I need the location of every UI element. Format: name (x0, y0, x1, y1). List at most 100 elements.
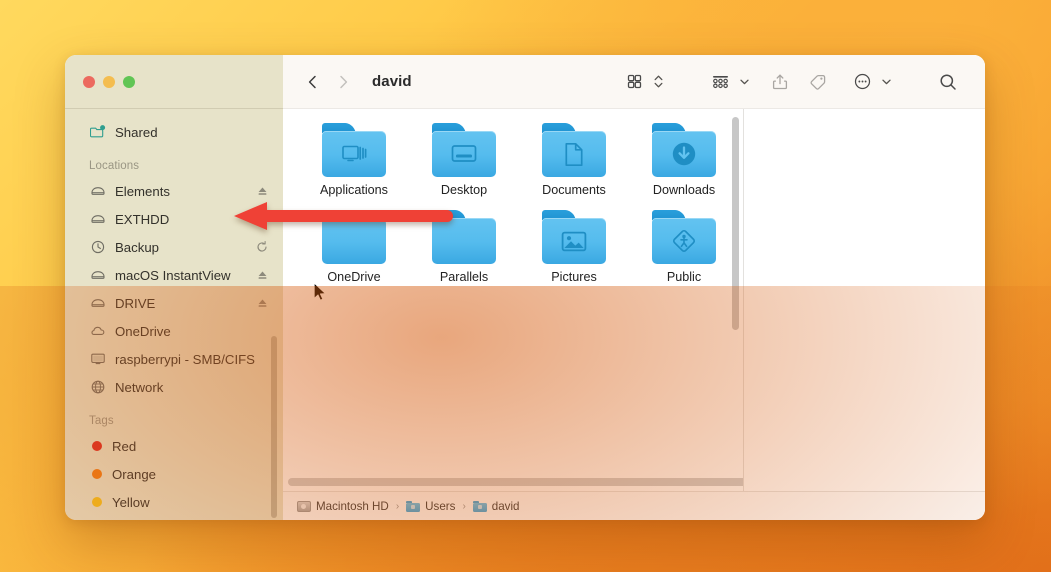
sidebar-item-label: Orange (112, 466, 156, 482)
sidebar-scrollbar[interactable] (271, 336, 277, 518)
more-group (847, 68, 893, 96)
tag-icon[interactable] (803, 68, 833, 96)
view-mode-group (619, 68, 665, 96)
more-icon[interactable] (847, 68, 877, 96)
sidebar-item-label: DRIVE (115, 295, 156, 311)
page-title: david (372, 73, 412, 90)
file-label: Applications (320, 183, 388, 197)
file-item-desktop[interactable]: Desktop (409, 123, 519, 197)
file-list-area[interactable]: Applications Desktop Documents Downloads… (283, 109, 744, 491)
file-item-documents[interactable]: Documents (519, 123, 629, 197)
sidebar-item-elements[interactable]: Elements (65, 177, 283, 205)
sidebar-section-tags-title: Tags (89, 415, 114, 427)
drive-icon (89, 211, 106, 228)
applications-glyph-icon (322, 131, 386, 177)
sidebar-section-locations-title: Locations (89, 160, 140, 172)
sidebar-item-tag-red[interactable]: Red (65, 432, 283, 460)
group-by-group (705, 68, 751, 96)
folder-icon (542, 123, 606, 177)
file-item-public[interactable]: Public (629, 210, 739, 284)
sidebar-item-onedrive[interactable]: OneDrive (65, 317, 283, 345)
sidebar-item-raspberrypi[interactable]: raspberrypi - SMB/CIFS (65, 345, 283, 373)
sidebar-item-macos-instantview[interactable]: macOS InstantView (65, 261, 283, 289)
sidebar-item-network[interactable]: Network (65, 373, 283, 401)
breadcrumb-david[interactable]: david (472, 499, 520, 513)
sidebar-item-shared[interactable]: Shared (65, 118, 283, 146)
breadcrumb-users[interactable]: Users (406, 499, 455, 513)
folder-icon (652, 210, 716, 264)
folder-icon (322, 123, 386, 177)
content-vertical-scrollbar[interactable] (732, 117, 739, 330)
navigation-buttons (300, 69, 356, 95)
sidebar-item-label: Network (115, 379, 164, 395)
content-horizontal-scrollbar[interactable] (288, 478, 743, 486)
more-chevron-down-icon[interactable] (880, 76, 893, 87)
folder-icon (432, 210, 496, 264)
time-machine-icon (89, 239, 106, 256)
folder-icon (432, 123, 496, 177)
sync-icon[interactable] (255, 240, 269, 254)
breadcrumb-label: Macintosh HD (316, 499, 389, 513)
sidebar-item-label: Shared (115, 124, 158, 140)
path-bar: Macintosh HD › Users › david (283, 491, 985, 520)
folder-icon (472, 499, 487, 513)
eject-icon[interactable] (255, 296, 269, 310)
tag-dot-red-icon (92, 441, 102, 451)
eject-icon[interactable] (255, 268, 269, 282)
icon-grid: Applications Desktop Documents Downloads… (283, 109, 743, 284)
file-item-parallels[interactable]: Parallels (409, 210, 519, 284)
sidebar-item-tag-yellow[interactable]: Yellow (65, 488, 283, 516)
group-by-icon[interactable] (705, 68, 735, 96)
desktop-glyph-icon (432, 131, 496, 177)
file-item-pictures[interactable]: Pictures (519, 210, 629, 284)
sidebar-item-label: raspberrypi - SMB/CIFS (115, 351, 255, 367)
content-row: Applications Desktop Documents Downloads… (283, 109, 985, 491)
minimize-button[interactable] (103, 75, 115, 88)
sidebar-item-label: EXTHDD (115, 211, 170, 227)
file-label: Pictures (551, 270, 597, 284)
close-button[interactable] (83, 75, 95, 88)
drive-icon (89, 267, 106, 284)
tag-dot-orange-icon (92, 469, 102, 479)
sidebar-item-label: macOS InstantView (115, 267, 231, 283)
sidebar-item-label: Red (112, 438, 137, 454)
sidebar-item-exthdd[interactable]: EXTHDD (65, 205, 283, 233)
breadcrumb-separator: › (395, 500, 400, 512)
finder-window: Shared Locations Elements EXTHDD Backup … (65, 55, 985, 520)
back-button[interactable] (300, 69, 326, 95)
sidebar-scroll-area: Shared Locations Elements EXTHDD Backup … (65, 109, 283, 520)
eject-icon[interactable] (255, 212, 269, 226)
search-icon[interactable] (933, 68, 963, 96)
folder-icon (652, 123, 716, 177)
display-icon (89, 351, 106, 368)
globe-icon (89, 379, 106, 396)
file-item-downloads[interactable]: Downloads (629, 123, 739, 197)
share-icon[interactable] (765, 68, 795, 96)
toolbar: david (283, 55, 985, 109)
forward-button[interactable] (330, 69, 356, 95)
view-stepper-icon[interactable] (652, 73, 665, 90)
shared-folder-icon (89, 124, 106, 141)
sidebar-item-tag-orange[interactable]: Orange (65, 460, 283, 488)
tag-dot-yellow-icon (92, 497, 102, 507)
sidebar-item-backup[interactable]: Backup (65, 233, 283, 261)
drive-icon (89, 183, 106, 200)
right-pane: david Applications Desktop Documents Dow… (283, 55, 985, 520)
preview-pane (744, 109, 985, 491)
desktop-wallpaper: Shared Locations Elements EXTHDD Backup … (0, 0, 1051, 572)
public-glyph-icon (652, 218, 716, 264)
file-item-onedrive[interactable]: OneDrive (299, 210, 409, 284)
view-mode-icon[interactable] (619, 68, 649, 96)
file-label: Parallels (439, 270, 489, 284)
sidebar-item-label: Elements (115, 183, 170, 199)
sidebar-item-drive[interactable]: DRIVE (65, 289, 283, 317)
file-item-applications[interactable]: Applications (299, 123, 409, 197)
download-glyph-icon (652, 131, 716, 177)
breadcrumb-macintosh-hd[interactable]: Macintosh HD (297, 499, 389, 513)
file-label: Desktop (440, 183, 488, 197)
maximize-button[interactable] (123, 75, 135, 88)
hard-drive-icon (297, 499, 311, 513)
eject-icon[interactable] (255, 184, 269, 198)
file-label: Downloads (652, 183, 716, 197)
group-chevron-down-icon[interactable] (738, 76, 751, 87)
